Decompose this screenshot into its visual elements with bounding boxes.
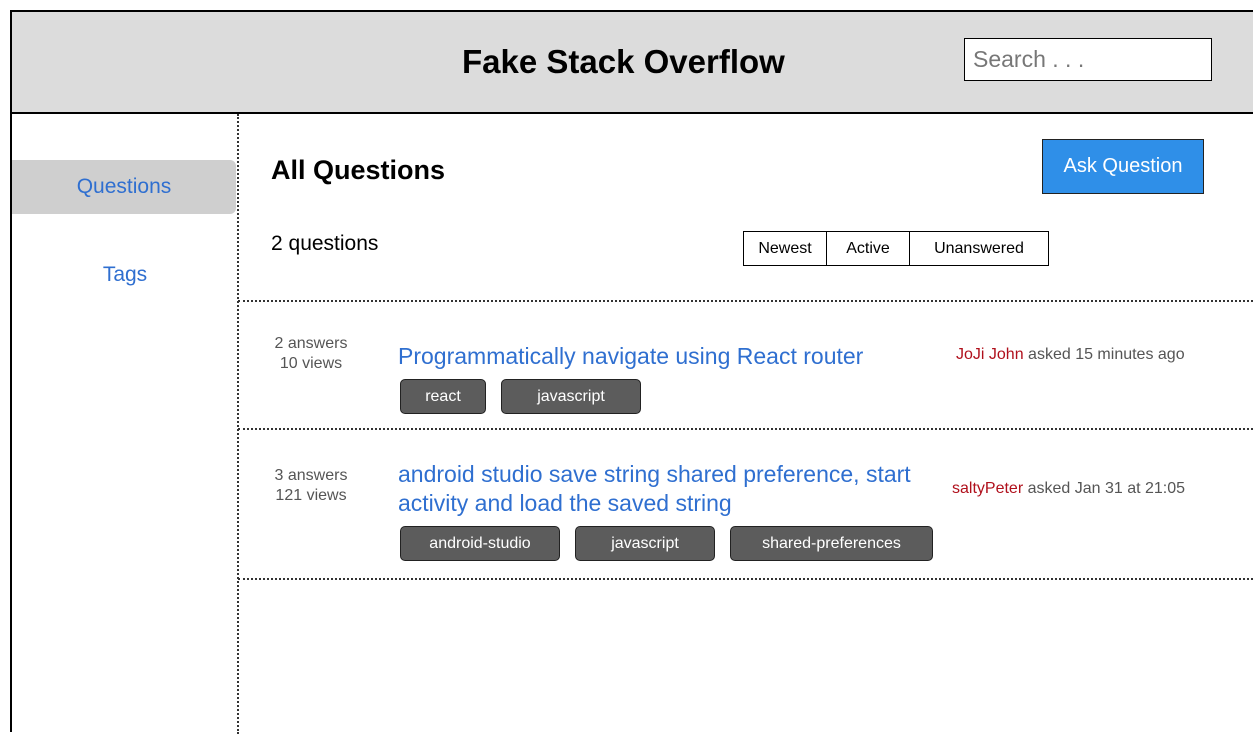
sort-unanswered-button[interactable]: Unanswered [910,232,1048,265]
divider [238,578,1253,580]
question-row: 2 answers 10 views Programmatically navi… [238,302,1253,428]
question-title[interactable]: Programmatically navigate using React ro… [398,342,958,371]
question-row: 3 answers 121 views android studio save … [238,430,1253,578]
tag-react[interactable]: react [400,379,486,414]
question-stats: 3 answers 121 views [256,466,366,506]
answer-count: 2 answers [274,335,348,352]
question-tags: react javascript [400,379,641,414]
app-frame: Fake Stack Overflow Questions Tags All Q… [10,10,1253,734]
app-title: Fake Stack Overflow [462,43,785,80]
question-meta: JoJi John asked 15 minutes ago [956,346,1185,364]
question-author[interactable]: saltyPeter [952,480,1023,497]
tag-javascript[interactable]: javascript [575,526,715,561]
sidebar-item-label: Questions [76,175,172,198]
question-stats: 2 answers 10 views [256,334,366,374]
sort-button-group: Newest Active Unanswered [743,231,1049,266]
question-author[interactable]: JoJi John [956,346,1024,363]
page-title: All Questions [271,155,446,185]
question-asked-time: asked Jan 31 at 21:05 [1027,480,1186,497]
sidebar-item-label: Tags [102,263,148,286]
view-count: 121 views [275,487,347,504]
sidebar-item-questions[interactable]: Questions [12,160,236,214]
ask-question-button[interactable]: Ask Question [1042,139,1204,194]
question-asked-time: asked 15 minutes ago [1028,346,1185,363]
header-bar: Fake Stack Overflow [12,12,1253,114]
search-input[interactable] [964,38,1212,81]
tag-android-studio[interactable]: android-studio [400,526,560,561]
question-count: 2 questions [271,232,379,255]
view-count: 10 views [279,355,343,372]
question-meta: saltyPeter asked Jan 31 at 21:05 [952,480,1185,498]
tag-javascript[interactable]: javascript [501,379,641,414]
sort-active-button[interactable]: Active [827,232,910,265]
answer-count: 3 answers [274,467,348,484]
question-tags: android-studio javascript shared-prefere… [400,526,933,561]
tag-shared-preferences[interactable]: shared-preferences [730,526,933,561]
sort-newest-button[interactable]: Newest [744,232,827,265]
question-title[interactable]: android studio save string shared prefer… [398,460,958,518]
sidebar-item-tags[interactable]: Tags [12,248,238,302]
